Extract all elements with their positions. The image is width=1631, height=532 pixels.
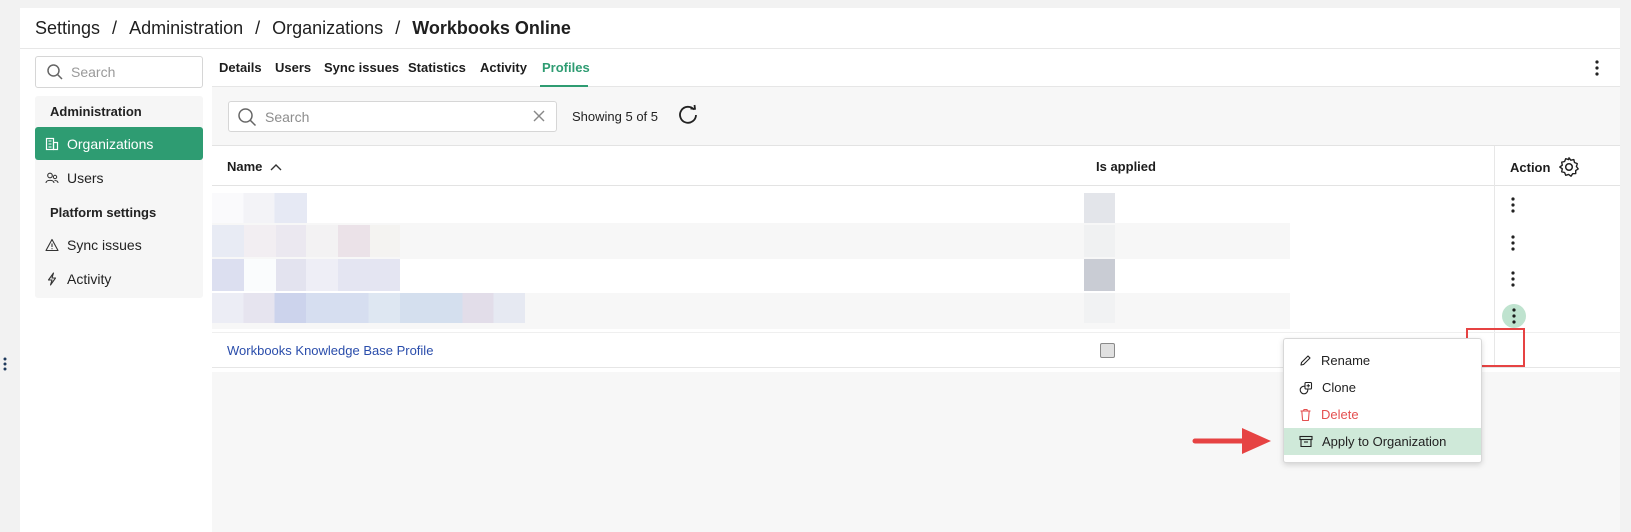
sidebar-group-platform: Platform settings — [50, 205, 157, 220]
table-row[interactable] — [212, 223, 1290, 259]
red-arrow-annotation — [1192, 428, 1271, 454]
more-options-icon — [1512, 308, 1516, 324]
row-actions-button[interactable] — [1501, 193, 1525, 217]
sidebar-item-label: Users — [67, 169, 104, 186]
lightning-icon — [47, 271, 57, 286]
redacted-value — [1084, 193, 1115, 223]
column-header-label: Action — [1510, 159, 1551, 175]
redacted-name — [212, 225, 400, 257]
menu-item-label: Delete — [1321, 407, 1359, 422]
tab-bar: Details Users Sync issues Statistics Act… — [212, 49, 1620, 87]
sidebar-search-input[interactable]: Search — [35, 56, 203, 88]
sidebar-item-activity[interactable]: Activity — [35, 262, 203, 295]
building-icon — [45, 137, 59, 150]
pencil-icon — [1300, 355, 1311, 366]
profile-name-link[interactable]: Workbooks Knowledge Base Profile — [227, 343, 433, 358]
menu-item-delete[interactable]: Delete — [1284, 401, 1481, 428]
table-header: Name Is applied Action — [212, 146, 1620, 186]
breadcrumb-separator: / — [112, 18, 118, 38]
tab-details[interactable]: Details — [219, 60, 262, 75]
table-row[interactable] — [212, 259, 1620, 295]
search-icon — [238, 107, 257, 126]
redacted-name — [212, 193, 307, 223]
search-icon — [47, 64, 63, 80]
users-icon — [45, 172, 59, 183]
is-applied-checkbox[interactable] — [1100, 343, 1115, 358]
table-row[interactable] — [212, 293, 1290, 329]
row-actions-button[interactable] — [1501, 267, 1525, 291]
breadcrumb: Settings / Administration / Organization… — [35, 18, 571, 39]
tab-users[interactable]: Users — [275, 60, 311, 75]
sidebar-item-organizations[interactable]: Organizations — [35, 127, 203, 160]
breadcrumb-settings[interactable]: Settings — [35, 18, 100, 39]
more-options-icon — [1511, 197, 1515, 213]
sidebar-item-sync-issues[interactable]: Sync issues — [35, 228, 203, 261]
active-tab-underline — [540, 85, 588, 87]
sidebar-item-users[interactable]: Users — [35, 161, 203, 194]
column-header-label: Name — [227, 159, 263, 174]
row-actions-button-active[interactable] — [1502, 304, 1526, 328]
redacted-name — [212, 259, 400, 291]
breadcrumb-administration[interactable]: Administration — [129, 18, 243, 39]
breadcrumb-current: Workbooks Online — [412, 18, 571, 38]
settings-gear-icon[interactable] — [1558, 156, 1580, 178]
archive-icon — [1299, 435, 1313, 448]
warning-icon — [45, 238, 59, 251]
sidebar-group-administration: Administration — [50, 104, 142, 119]
clone-icon — [1299, 381, 1313, 394]
more-options-icon — [1511, 235, 1515, 251]
refresh-icon[interactable] — [677, 104, 699, 126]
redacted-value — [1084, 259, 1115, 291]
tab-activity[interactable]: Activity — [480, 60, 527, 75]
tab-sync-issues[interactable]: Sync issues — [324, 60, 399, 75]
breadcrumb-organizations[interactable]: Organizations — [272, 18, 383, 39]
sidebar-search-placeholder: Search — [71, 64, 116, 80]
sidebar-item-label: Activity — [67, 270, 112, 287]
menu-item-label: Clone — [1322, 380, 1356, 395]
redacted-name — [212, 293, 525, 323]
sidebar-item-label: Organizations — [67, 135, 154, 152]
menu-item-clone[interactable]: Clone — [1284, 374, 1481, 401]
column-header-is-applied[interactable]: Is applied — [1096, 159, 1156, 174]
breadcrumb-separator: / — [255, 18, 261, 38]
row-context-menu: Rename Clone Delete Apply to Organizatio… — [1283, 338, 1482, 463]
result-count: Showing 5 of 5 — [572, 109, 659, 124]
trash-icon — [1300, 408, 1311, 421]
more-options-icon — [1511, 271, 1515, 287]
redacted-value — [1084, 225, 1115, 257]
menu-item-apply-to-organization[interactable]: Apply to Organization — [1284, 428, 1481, 455]
menu-item-label: Rename — [1321, 353, 1371, 368]
more-options-icon[interactable] — [1594, 59, 1600, 77]
search-placeholder: Search — [265, 108, 310, 125]
clear-icon[interactable] — [532, 109, 546, 123]
column-header-name[interactable]: Name — [227, 159, 282, 174]
column-header-action: Action — [1510, 156, 1580, 178]
tab-profiles[interactable]: Profiles — [542, 60, 590, 75]
tab-statistics[interactable]: Statistics — [408, 60, 466, 75]
resize-grip-icon[interactable] — [2, 356, 8, 372]
toolbar: Search Showing 5 of 5 — [212, 88, 1620, 145]
sidebar-item-label: Sync issues — [67, 236, 142, 253]
row-actions-button[interactable] — [1501, 231, 1525, 255]
sidebar: Search Administration Organizations User… — [20, 49, 220, 532]
menu-item-label: Apply to Organization — [1322, 434, 1447, 449]
breadcrumb-separator: / — [395, 18, 401, 38]
menu-item-rename[interactable]: Rename — [1284, 347, 1481, 374]
profiles-search-input[interactable]: Search — [228, 101, 557, 132]
sort-ascending-icon[interactable] — [270, 163, 282, 171]
sidebar-nav: Administration Organizations Users Platf… — [35, 96, 203, 298]
table-row[interactable] — [212, 187, 1620, 223]
redacted-value — [1084, 293, 1115, 323]
